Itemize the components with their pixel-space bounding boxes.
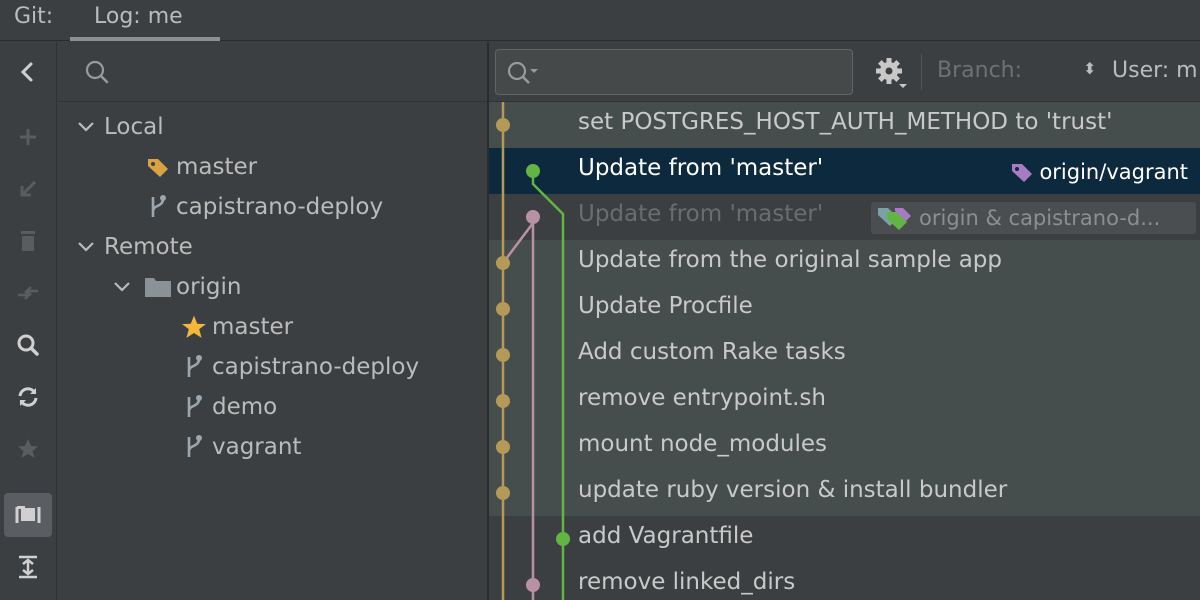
- refresh-button[interactable]: [4, 375, 52, 419]
- commit-row[interactable]: add Vagrantfile: [489, 516, 1200, 562]
- branches-panel: Local master capistrano-deploy Remote or…: [58, 42, 487, 600]
- commit-message: remove entrypoint.sh: [578, 385, 826, 411]
- toolbar-separator: [921, 54, 922, 90]
- commit-row[interactable]: update ruby version & install bundler: [489, 470, 1200, 516]
- ref-name: origin/vagrant: [1039, 160, 1188, 184]
- commit-row-selected[interactable]: Update from 'master' origin/vagrant: [489, 148, 1200, 194]
- branch-icon: [176, 432, 212, 462]
- settings-button[interactable]: [873, 54, 913, 92]
- new-branch-button[interactable]: [4, 115, 52, 159]
- checkout-button[interactable]: [4, 167, 52, 211]
- ref-label[interactable]: origin/vagrant: [1009, 156, 1188, 188]
- branch-label: capistrano-deploy: [176, 194, 384, 220]
- commit-message: add Vagrantfile: [578, 523, 754, 549]
- group-by-directory-button[interactable]: [4, 493, 52, 537]
- tree-item-remote-master[interactable]: master: [176, 307, 293, 347]
- tree-item-remote-capistrano-deploy[interactable]: capistrano-deploy: [176, 347, 419, 387]
- star-icon: [176, 312, 212, 342]
- tag-icon: [140, 152, 176, 182]
- branch-icon: [176, 392, 212, 422]
- chevron-down-icon[interactable]: [68, 112, 104, 142]
- chevron-down-icon[interactable]: [68, 232, 104, 262]
- tags-icon: [878, 208, 911, 230]
- compare-icon: [18, 286, 38, 300]
- search-button[interactable]: [4, 323, 52, 367]
- commit-row[interactable]: set POSTGRES_HOST_AUTH_METHOD to 'trust': [489, 102, 1200, 148]
- expand-all-button[interactable]: [4, 545, 52, 589]
- commit-message: Update from the original sample app: [578, 247, 1003, 273]
- folder-icon: [140, 272, 176, 302]
- search-icon: [17, 334, 39, 356]
- tree-item-local-capistrano-deploy[interactable]: capistrano-deploy: [140, 187, 383, 227]
- tool-window-title: Git:: [14, 4, 54, 29]
- delete-branch-button[interactable]: [4, 219, 52, 263]
- commit-row[interactable]: Update from 'master' origin & capistrano…: [489, 194, 1200, 240]
- search-history-icon[interactable]: [506, 60, 540, 86]
- tab-log-me[interactable]: Log: me: [70, 0, 220, 41]
- tool-window-header: Git: Log: me: [0, 0, 1200, 41]
- tree-item-local-master[interactable]: master: [140, 147, 257, 187]
- commit-message: Update Procfile: [578, 293, 753, 319]
- branch-label: demo: [212, 394, 278, 420]
- ref-label[interactable]: origin & capistrano-d...: [871, 202, 1196, 234]
- tab-label: Log: me: [94, 4, 183, 29]
- checkout-icon: [20, 180, 37, 197]
- log-search-input[interactable]: [495, 49, 853, 95]
- commit-message: Update from 'master': [578, 155, 824, 181]
- log-filter-bar: Branch: ⬍ User: m: [489, 42, 1200, 102]
- commit-row[interactable]: remove linked_dirs: [489, 562, 1200, 600]
- branch-label: capistrano-deploy: [212, 354, 420, 380]
- tree-node-local[interactable]: Local: [68, 107, 164, 147]
- tag-icon: [1012, 164, 1033, 182]
- commit-message: Add custom Rake tasks: [578, 339, 846, 365]
- tree-label-remote: Remote: [104, 234, 193, 260]
- chevron-left-icon: [20, 62, 33, 82]
- commit-message: mount node_modules: [578, 431, 828, 457]
- commit-message: update ruby version & install bundler: [578, 477, 1008, 503]
- chevron-down-icon[interactable]: [104, 272, 140, 302]
- expand-all-icon: [19, 555, 37, 579]
- commit-row[interactable]: mount node_modules: [489, 424, 1200, 470]
- branch-label: master: [212, 314, 294, 340]
- branch-label: master: [176, 154, 258, 180]
- tree-item-remote-vagrant[interactable]: vagrant: [176, 427, 301, 467]
- branch-label: vagrant: [212, 434, 302, 460]
- commit-message: Update from 'master': [578, 201, 824, 227]
- branch-icon: [176, 352, 212, 382]
- commit-message: set POSTGRES_HOST_AUTH_METHOD to 'trust': [578, 109, 1113, 135]
- commit-list: set POSTGRES_HOST_AUTH_METHOD to 'trust'…: [489, 102, 1200, 600]
- commit-message: remove linked_dirs: [578, 569, 796, 595]
- log-panel: Branch: ⬍ User: m set POSTGRES_HOST_AUTH…: [489, 42, 1200, 600]
- tab-underline: [70, 37, 220, 41]
- tree-node-remote[interactable]: Remote: [68, 227, 193, 267]
- ref-name: origin & capistrano-d...: [919, 206, 1161, 230]
- user-filter-label[interactable]: User: m: [1112, 58, 1198, 83]
- commit-row[interactable]: Update Procfile: [489, 286, 1200, 332]
- gear-icon: [876, 58, 907, 88]
- vertical-toolbar: [0, 42, 57, 600]
- commit-row[interactable]: remove entrypoint.sh: [489, 378, 1200, 424]
- star-icon: [18, 439, 38, 458]
- favorite-button[interactable]: [4, 427, 52, 471]
- tree-node-origin[interactable]: origin: [104, 267, 242, 307]
- search-icon: [85, 60, 109, 84]
- branch-filter-label[interactable]: Branch:: [937, 58, 1022, 83]
- branches-search[interactable]: [58, 42, 487, 102]
- add-icon: [20, 129, 36, 145]
- commit-row[interactable]: Update from the original sample app: [489, 240, 1200, 286]
- tree-item-remote-demo[interactable]: demo: [176, 387, 277, 427]
- tree-label-origin: origin: [176, 274, 242, 300]
- branch-icon: [140, 192, 176, 222]
- commit-row[interactable]: Add custom Rake tasks: [489, 332, 1200, 378]
- delete-icon: [21, 231, 35, 251]
- updown-arrows-icon[interactable]: ⬍: [1083, 59, 1096, 78]
- refresh-icon: [18, 387, 38, 407]
- compare-button[interactable]: [4, 271, 52, 315]
- collapse-panel-button[interactable]: [4, 50, 52, 94]
- tree-label-local: Local: [104, 114, 164, 140]
- group-icon: [15, 506, 41, 523]
